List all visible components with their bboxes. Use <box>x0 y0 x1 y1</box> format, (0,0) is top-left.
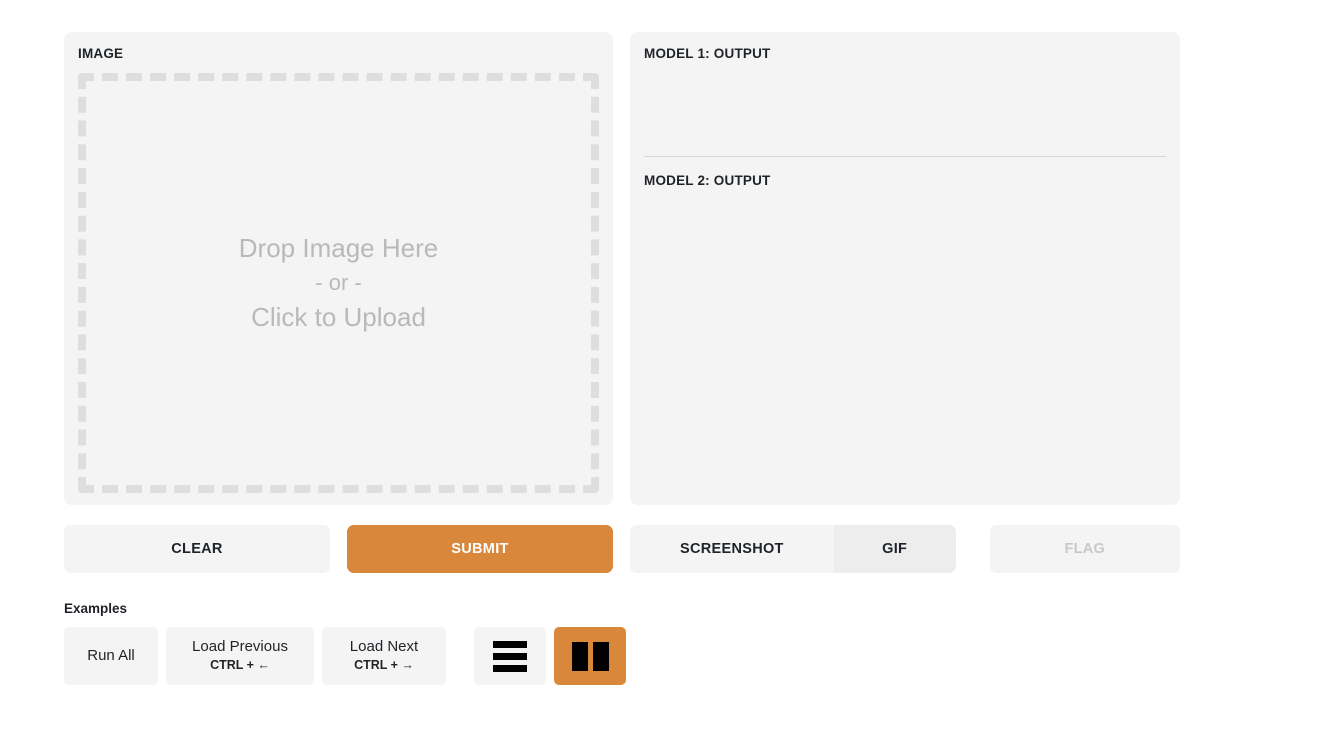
examples-controls-row: Run All Load Previous CTRL + ← Load Next… <box>64 627 1180 685</box>
load-next-label: Load Next <box>349 638 419 656</box>
clear-button[interactable]: CLEAR <box>64 525 330 573</box>
gallery-icon <box>571 641 609 671</box>
load-next-button[interactable]: Load Next CTRL + → <box>322 627 446 685</box>
gallery-view-button[interactable] <box>554 627 626 685</box>
left-action-group: CLEAR SUBMIT <box>64 525 613 573</box>
examples-section: Examples Run All Load Previous CTRL + ← … <box>64 601 1180 685</box>
right-action-group: SCREENSHOT GIF FLAG <box>630 525 1180 573</box>
image-panel-label: IMAGE <box>78 46 124 61</box>
model1-output-label: MODEL 1: OUTPUT <box>644 46 771 61</box>
dropzone-upload-text: Click to Upload <box>251 301 426 332</box>
action-button-row: CLEAR SUBMIT SCREENSHOT GIF FLAG <box>64 525 1180 573</box>
list-view-button[interactable] <box>474 627 546 685</box>
flag-button[interactable]: FLAG <box>989 525 1180 573</box>
gif-button[interactable]: GIF <box>833 525 956 573</box>
load-previous-button[interactable]: Load Previous CTRL + ← <box>166 627 314 685</box>
model2-output-block: MODEL 2: OUTPUT <box>644 157 1166 493</box>
model2-output-label: MODEL 2: OUTPUT <box>644 173 771 188</box>
dropzone-drop-text: Drop Image Here <box>238 232 439 263</box>
model-output-panel: MODEL 1: OUTPUT MODEL 2: OUTPUT <box>630 32 1180 505</box>
load-previous-shortcut: CTRL + ← <box>210 658 270 673</box>
examples-title: Examples <box>64 601 128 616</box>
list-icon <box>493 640 527 672</box>
app-container: IMAGE Drop Image Here - or - Click to Up… <box>64 32 1180 685</box>
dropzone-or-text: - or - <box>315 270 362 296</box>
submit-button[interactable]: SUBMIT <box>347 525 613 573</box>
load-previous-label: Load Previous <box>192 638 288 656</box>
model1-output-block: MODEL 1: OUTPUT <box>644 46 1166 156</box>
image-input-panel: IMAGE Drop Image Here - or - Click to Up… <box>64 32 613 505</box>
examples-separator <box>454 627 466 685</box>
screenshot-button[interactable]: SCREENSHOT <box>630 525 834 573</box>
image-dropzone[interactable]: Drop Image Here - or - Click to Upload <box>78 73 599 493</box>
load-next-shortcut: CTRL + → <box>354 658 414 673</box>
run-all-button[interactable]: Run All <box>64 627 158 685</box>
top-row: IMAGE Drop Image Here - or - Click to Up… <box>64 32 1180 505</box>
capture-segmented-group: SCREENSHOT GIF <box>630 525 956 573</box>
run-all-label: Run All <box>87 646 135 664</box>
